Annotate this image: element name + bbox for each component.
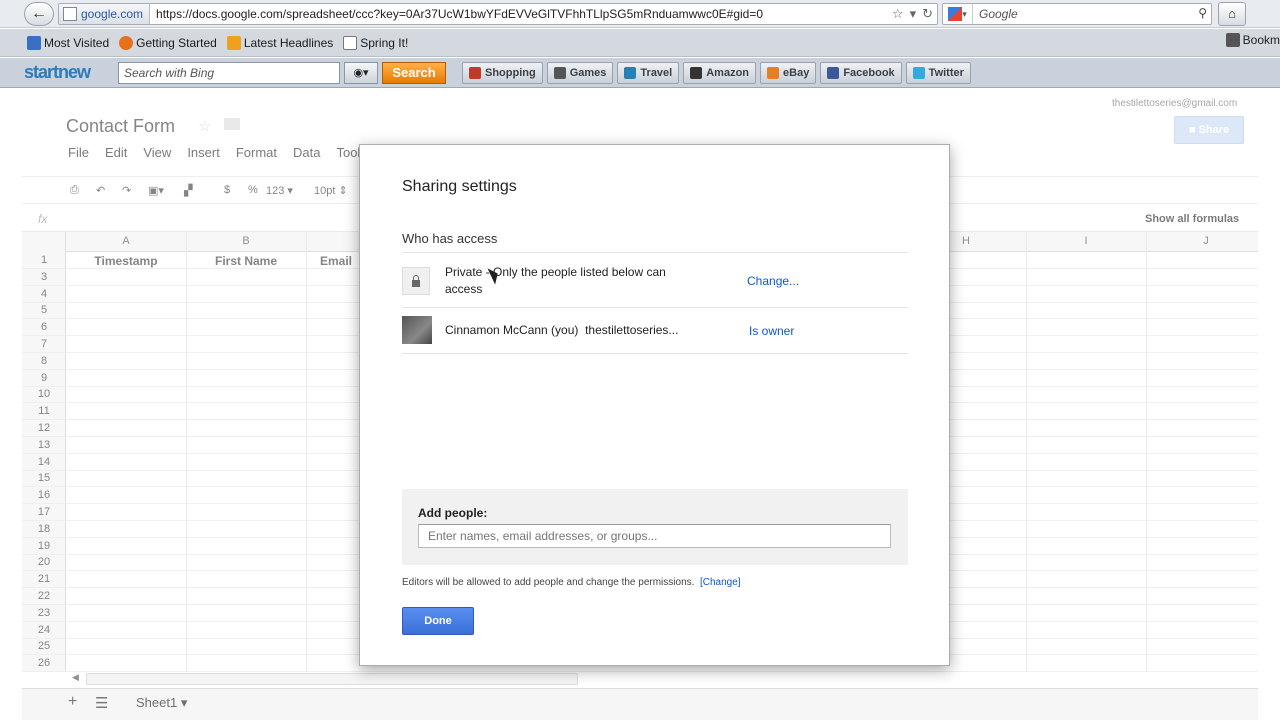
amazon-icon	[690, 66, 703, 79]
who-has-access-label: Who has access	[402, 231, 498, 246]
startnew-logo: startnew	[24, 62, 91, 82]
owner-email: thestilettoseries...	[585, 323, 679, 337]
dropdown-arrow-icon[interactable]: ▾	[910, 6, 917, 22]
bookmark-getting-started[interactable]: Getting Started	[116, 35, 220, 50]
reload-icon[interactable]: ↻	[922, 6, 933, 22]
toolbar-shopping[interactable]: Shopping	[462, 61, 543, 84]
addon-toolbar: startnew Search with Bing ◉▾ Search Shop…	[0, 58, 1280, 88]
url-field[interactable]: google.com https://docs.google.com/sprea…	[58, 3, 938, 25]
toolbar-travel[interactable]: Travel	[617, 61, 680, 84]
toolbar-twitter[interactable]: Twitter	[905, 61, 971, 84]
bookmark-star-icon[interactable]: ☆	[892, 6, 904, 22]
lock-icon	[402, 267, 430, 295]
add-people-input[interactable]	[418, 524, 891, 548]
bookmarks-menu[interactable]: Bookm	[1225, 33, 1280, 47]
bing-search-input[interactable]: Search with Bing	[118, 61, 340, 84]
twitter-icon	[912, 66, 925, 79]
bing-search-button[interactable]: Search	[382, 61, 446, 84]
owner-role: Is owner	[749, 324, 795, 338]
chevron-down-icon: ▾	[962, 8, 967, 19]
bookmark-most-visited[interactable]: Most Visited	[24, 35, 112, 50]
avatar	[402, 316, 432, 344]
games-icon	[553, 66, 566, 79]
divider	[402, 307, 908, 308]
firefox-icon	[119, 35, 134, 50]
access-level-text: Private - Only the people listed below c…	[445, 265, 666, 296]
site-identity-badge[interactable]: google.com	[59, 4, 151, 24]
bing-engine-selector[interactable]: ◉▾	[344, 61, 378, 84]
browser-search-field[interactable]: ▾ Google ⚲	[942, 3, 1212, 25]
search-engine-selector[interactable]: ▾	[943, 4, 973, 24]
divider	[402, 353, 908, 354]
sharing-settings-dialog: Sharing settings Who has access Private …	[359, 144, 950, 666]
magnifier-icon[interactable]: ⚲	[1198, 6, 1207, 20]
back-arrow-icon: ←	[31, 5, 47, 22]
url-text: https://docs.google.com/spreadsheet/ccc?…	[156, 7, 764, 21]
plane-icon	[624, 66, 637, 79]
editors-change-link[interactable]: [Change]	[700, 577, 741, 588]
rss-icon	[226, 35, 241, 50]
back-button[interactable]: ←	[24, 2, 54, 26]
owner-name: Cinnamon McCann (you)	[445, 323, 579, 337]
home-icon: ⌂	[1228, 6, 1236, 21]
bookmarks-icon	[1225, 33, 1240, 47]
google-logo-icon	[948, 7, 963, 21]
ebay-icon	[767, 66, 780, 79]
change-access-link[interactable]: Change...	[747, 274, 799, 288]
bookmark-spring-it[interactable]: Spring It!	[340, 35, 411, 50]
done-button[interactable]: Done	[402, 607, 474, 635]
bookmark-latest-headlines[interactable]: Latest Headlines	[224, 35, 336, 50]
bookmarks-bar: Most Visited Getting Started Latest Head…	[0, 29, 1280, 57]
divider	[402, 252, 908, 253]
toolbar-facebook[interactable]: Facebook	[820, 61, 902, 84]
toolbar-games[interactable]: Games	[546, 61, 614, 84]
page-icon	[343, 35, 358, 50]
owner-entry: Cinnamon McCann (you) thestilettoseries.…	[445, 323, 678, 337]
toolbar-amazon[interactable]: Amazon	[683, 61, 757, 84]
site-favicon-icon	[63, 7, 77, 21]
browser-urlbar: ← google.com https://docs.google.com/spr…	[0, 0, 1280, 28]
browser-search-placeholder: Google	[979, 7, 1018, 21]
add-people-label: Add people:	[418, 506, 488, 520]
editors-note: Editors will be allowed to add people an…	[402, 577, 741, 588]
shopping-icon	[469, 66, 481, 79]
dialog-title: Sharing settings	[402, 178, 517, 195]
search-engine-icon: ◉▾	[353, 66, 369, 79]
add-people-panel: Add people:	[402, 489, 908, 565]
bookmark-icon	[27, 35, 41, 50]
toolbar-ebay[interactable]: eBay	[760, 61, 817, 84]
facebook-icon	[827, 66, 840, 79]
home-button[interactable]: ⌂	[1218, 2, 1246, 26]
